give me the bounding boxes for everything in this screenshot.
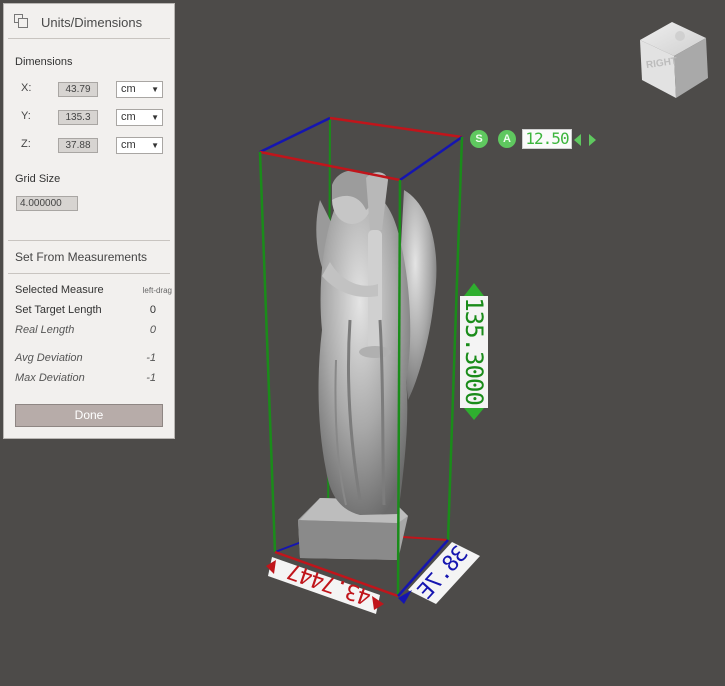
real-length-value: 0	[149, 324, 156, 336]
divider	[8, 273, 170, 274]
set-target-length-label: Set Target Length	[15, 304, 102, 316]
divider	[8, 38, 170, 39]
x-unit-select[interactable]: cm ▼	[116, 81, 163, 98]
y-unit-select[interactable]: cm ▼	[116, 109, 163, 126]
selected-measure-value: left-drag	[142, 286, 172, 295]
y-dimension-field[interactable]: 135.3	[58, 110, 98, 125]
set-target-length-value[interactable]: 0	[150, 304, 156, 316]
y-label: Y:	[21, 110, 31, 122]
done-button[interactable]: Done	[15, 404, 163, 427]
x-dimension-field[interactable]: 43.79	[58, 82, 98, 97]
statue-model[interactable]	[298, 170, 437, 560]
x-label: X:	[21, 82, 32, 94]
avg-deviation-value: -1	[146, 352, 156, 364]
dropdown-arrow-icon: ▼	[151, 85, 159, 94]
scale-control: S A 12.50	[468, 128, 598, 152]
dimensions-label: Dimensions	[15, 56, 73, 68]
set-from-measurements-heading: Set From Measurements	[15, 250, 148, 264]
divider	[8, 240, 170, 241]
z-dimension-field[interactable]: 37.88	[58, 138, 98, 153]
s-button[interactable]: S	[470, 130, 488, 148]
dropdown-arrow-icon: ▼	[151, 113, 159, 122]
scale-value-field[interactable]: 12.50	[522, 129, 572, 149]
max-deviation-value: -1	[146, 372, 156, 384]
a-button[interactable]: A	[498, 130, 516, 148]
avg-deviation-label: Avg Deviation	[15, 352, 83, 364]
grid-size-label: Grid Size	[15, 173, 61, 185]
window-stack-icon	[14, 14, 28, 28]
grid-size-field[interactable]: 4.000000	[16, 196, 78, 211]
panel-title: Units/Dimensions	[41, 15, 143, 30]
max-deviation-label: Max Deviation	[15, 372, 85, 384]
z-label: Z:	[21, 138, 31, 150]
scale-arrows-icon[interactable]	[574, 134, 596, 146]
z-unit-value: cm	[121, 139, 136, 151]
units-dimensions-panel: Units/Dimensions Dimensions X: 43.79 cm …	[3, 3, 175, 439]
y-unit-value: cm	[121, 111, 136, 123]
panel-title-bar[interactable]: Units/Dimensions	[4, 4, 174, 38]
real-length-label: Real Length	[15, 324, 75, 336]
height-measure-label[interactable]: 135.3000	[460, 296, 488, 406]
x-unit-value: cm	[121, 83, 136, 95]
dropdown-arrow-icon: ▼	[151, 141, 159, 150]
z-unit-select[interactable]: cm ▼	[116, 137, 163, 154]
selected-measure-label: Selected Measure	[15, 284, 104, 296]
